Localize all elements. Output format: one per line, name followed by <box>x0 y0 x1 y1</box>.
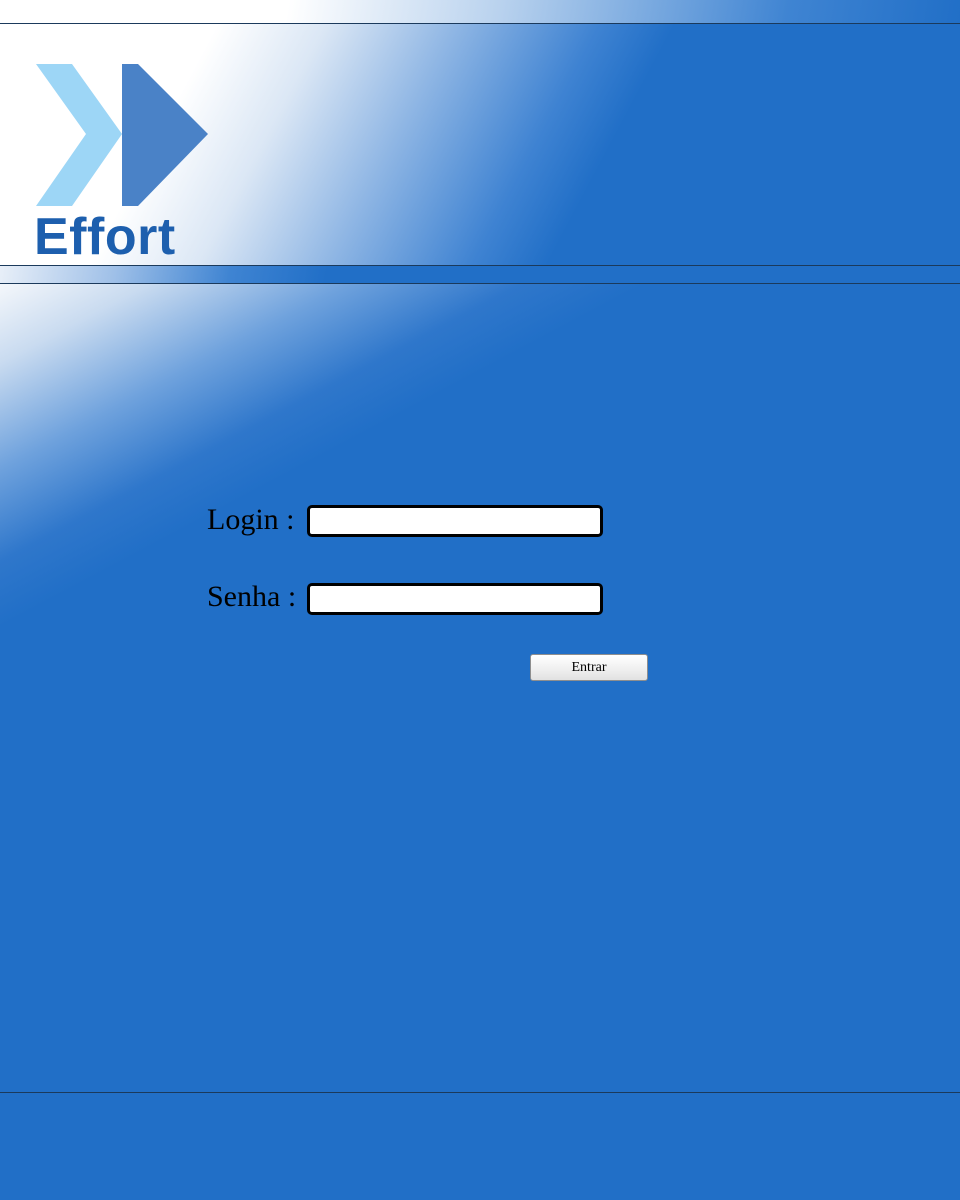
entrar-button[interactable]: Entrar <box>530 654 648 681</box>
divider-line <box>0 1092 960 1093</box>
main-content <box>0 284 960 1092</box>
header-banner: Effort <box>0 24 960 266</box>
footer <box>0 1094 960 1200</box>
login-input[interactable] <box>307 505 603 537</box>
top-strip <box>0 0 960 23</box>
senha-label: Senha : <box>207 580 297 613</box>
header-gap <box>0 266 960 283</box>
chevron-dark-shape <box>122 64 208 206</box>
chevron-light-shape <box>36 64 122 206</box>
senha-input[interactable] <box>307 583 603 615</box>
login-label: Login : <box>207 503 295 536</box>
logo-text: Effort <box>34 208 176 266</box>
